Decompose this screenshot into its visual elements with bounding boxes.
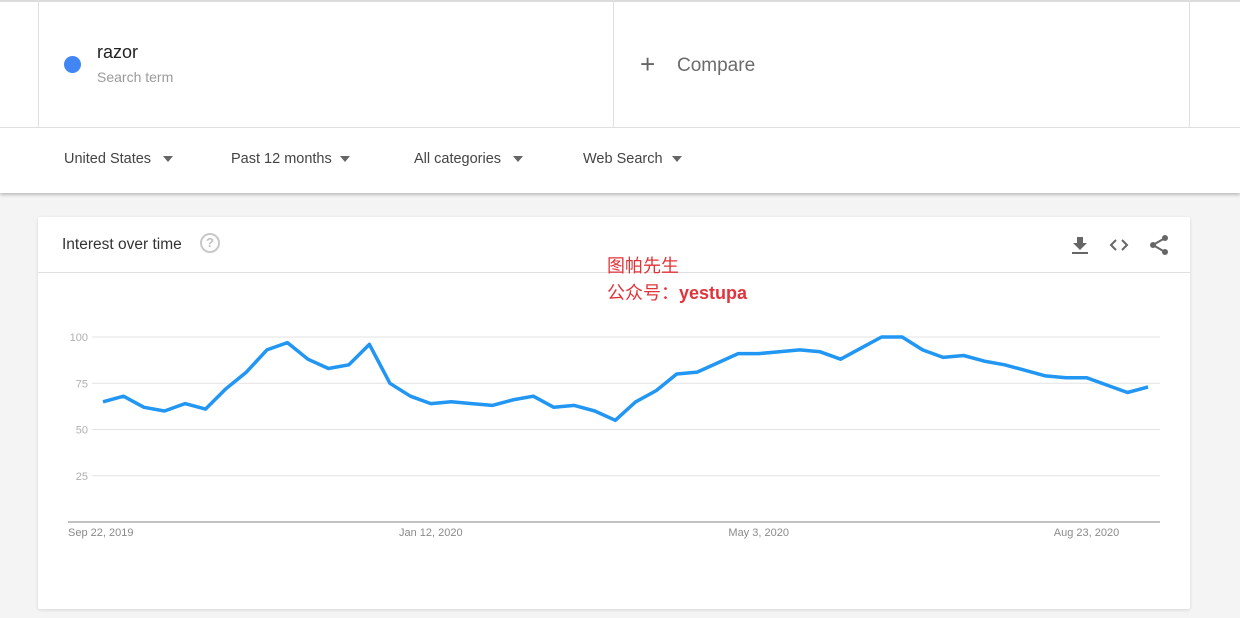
caret-down-icon	[671, 156, 682, 162]
caret-down-icon	[339, 156, 350, 162]
help-circle-icon[interactable]: ?	[200, 233, 220, 253]
watermark-line2: 公众号：yestupa	[607, 280, 747, 307]
compare-button[interactable]: + Compare	[614, 0, 1190, 128]
search-term-card[interactable]: razor Search term	[38, 0, 614, 128]
watermark-prefix: 公众号：	[607, 283, 679, 303]
term-color-dot	[64, 56, 81, 73]
share-icon[interactable]	[1148, 234, 1170, 256]
filter-category-label: All categories	[414, 151, 502, 167]
filter-time-range-label: Past 12 months	[231, 151, 332, 167]
term-row: razor Search term + Compare	[0, 0, 1240, 128]
compare-label: Compare	[677, 55, 756, 76]
caret-down-icon	[513, 156, 524, 162]
caret-down-icon	[163, 156, 174, 162]
filter-category[interactable]: All categories	[414, 151, 524, 167]
explore-header: razor Search term + Compare United State…	[0, 0, 1240, 193]
embed-code-icon[interactable]	[1108, 234, 1130, 256]
filter-region-label: United States	[64, 151, 152, 167]
plus-icon: +	[640, 49, 656, 79]
filter-search-type[interactable]: Web Search	[583, 151, 682, 167]
download-icon[interactable]	[1069, 234, 1091, 256]
search-term-name[interactable]: razor	[97, 42, 138, 63]
filter-search-type-label: Web Search	[583, 151, 663, 167]
filter-region[interactable]: United States	[64, 151, 174, 167]
card-title: Interest over time	[62, 236, 182, 253]
watermark-handle: yestupa	[679, 283, 748, 303]
filter-time-range[interactable]: Past 12 months	[231, 151, 350, 167]
search-term-subtitle: Search term	[97, 69, 174, 85]
watermark-line1: 图帕先生	[607, 256, 679, 276]
